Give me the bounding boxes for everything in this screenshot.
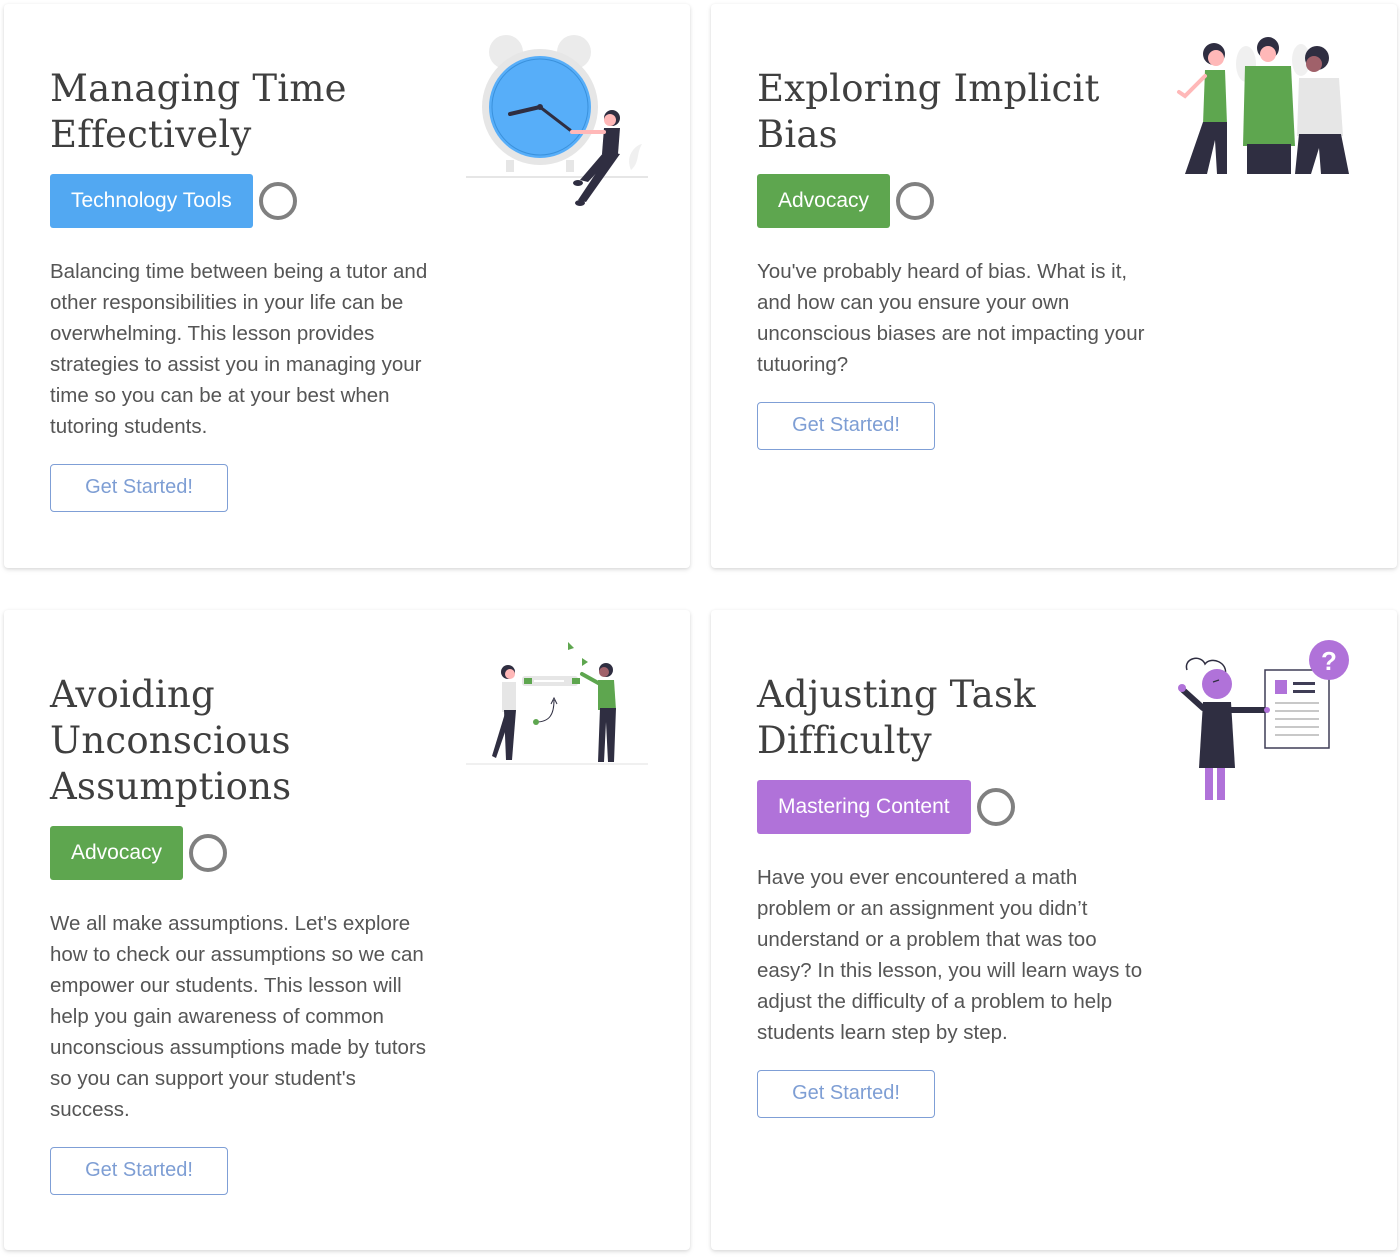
category-tag[interactable]: Mastering Content (757, 780, 971, 834)
card-content: Exploring Implicit Bias Advocacy You've … (757, 66, 1147, 450)
tag-row: Technology Tools (50, 174, 440, 228)
card-content: Avoiding Unconscious Assumptions Advocac… (50, 672, 440, 1195)
lesson-description: You've probably heard of bias. What is i… (757, 260, 1145, 376)
card-content: Managing Time Effectively Technology Too… (50, 66, 440, 512)
get-started-button[interactable]: Get Started! (50, 1147, 228, 1195)
get-started-button[interactable]: Get Started! (757, 402, 935, 450)
get-started-button[interactable]: Get Started! (50, 464, 228, 512)
lesson-card: Avoiding Unconscious Assumptions Advocac… (4, 610, 690, 1250)
category-tag[interactable]: Advocacy (50, 826, 184, 880)
svg-text:?: ? (1321, 646, 1337, 676)
incomplete-circle-icon (189, 834, 228, 872)
card-content: Adjusting Task Difficulty Mastering Cont… (757, 672, 1147, 1118)
category-tag[interactable]: Technology Tools (50, 174, 253, 228)
category-tag[interactable]: Advocacy (757, 174, 891, 228)
lesson-card: Managing Time Effectively Technology Too… (4, 4, 690, 568)
tag-row: Mastering Content (757, 780, 1147, 834)
two-people-collaborating-illustration (466, 642, 648, 765)
person-with-clock-illustration (466, 35, 648, 206)
lesson-card: Exploring Implicit Bias Advocacy You've … (711, 4, 1397, 568)
get-started-button[interactable]: Get Started! (757, 1070, 935, 1118)
lesson-title: Exploring Implicit Bias (757, 67, 1100, 156)
lesson-title: Avoiding Unconscious Assumptions (50, 673, 292, 808)
tag-row: Advocacy (757, 174, 1147, 228)
tag-row: Advocacy (50, 826, 440, 880)
three-people-illustration (1177, 37, 1349, 174)
lesson-description: Balancing time between being a tutor and… (50, 260, 428, 438)
lesson-card: ? Adjusting Task Difficulty Mastering Co… (711, 610, 1397, 1250)
lesson-title: Managing Time Effectively (50, 67, 347, 156)
person-with-question-document-illustration: ? (1178, 640, 1349, 800)
incomplete-circle-icon (896, 182, 935, 220)
lesson-title: Adjusting Task Difficulty (757, 673, 1036, 762)
incomplete-circle-icon (976, 788, 1015, 826)
incomplete-circle-icon (258, 182, 297, 220)
lesson-description: We all make assumptions. Let's explore h… (50, 912, 427, 1121)
lesson-description: Have you ever encountered a math problem… (757, 866, 1143, 1044)
